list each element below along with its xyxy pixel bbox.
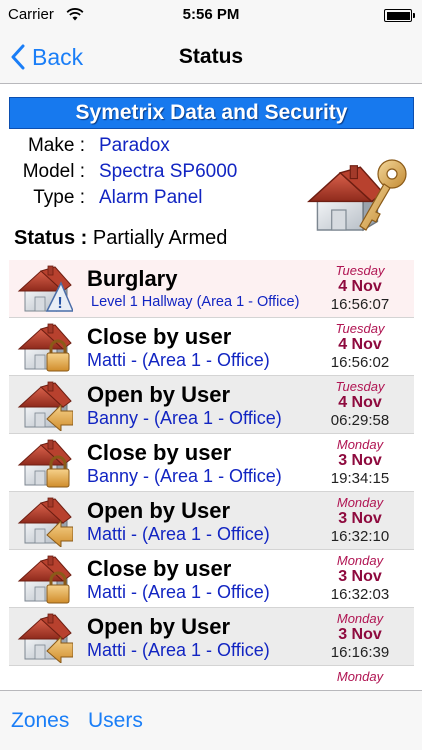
event-row[interactable]: Close by user Banny - (Area 1 - Office) … [9, 434, 414, 492]
event-title: Open by User [87, 498, 231, 523]
company-banner: Symetrix Data and Security [9, 97, 414, 129]
svg-text:!: ! [57, 295, 62, 312]
model-row: Model : Spectra SP6000 [0, 161, 300, 185]
event-time: 16:16:39 [330, 644, 390, 661]
event-date: 4 Nov [338, 278, 382, 295]
event-subtitle: Matti - (Area 1 - Office) [87, 582, 270, 602]
model-label: Model : [22, 161, 85, 182]
make-value: Paradox [99, 135, 170, 156]
event-subtitle: Matti - (Area 1 - Office) [87, 350, 270, 370]
locked-house-icon [18, 323, 72, 372]
event-subtitle: Matti - (Area 1 - Office) [87, 524, 270, 544]
model-value: Spectra SP6000 [99, 161, 238, 182]
clock: 5:56 PM [182, 6, 240, 23]
event-time: 16:32:03 [330, 586, 390, 603]
event-date: 3 Nov [338, 568, 382, 585]
event-subtitle: Matti - (Area 1 - Office) [87, 640, 270, 660]
event-day: Monday [336, 611, 384, 626]
event-time: 16:56:02 [330, 354, 390, 371]
event-subtitle: Level 1 Hallway (Area 1 - Office) [91, 294, 300, 310]
event-row[interactable]: Monday [9, 666, 414, 690]
event-date: 3 Nov [338, 510, 382, 527]
type-row: Type : Alarm Panel [0, 187, 300, 211]
back-button-label: Back [32, 43, 84, 70]
battery-icon [384, 9, 415, 22]
event-row[interactable]: Open by User Banny - (Area 1 - Office) T… [9, 376, 414, 434]
event-title: Close by user [87, 440, 232, 465]
status-bar: Carrier 5:56 PM [0, 0, 422, 30]
unlocked-house-icon [18, 613, 73, 663]
event-row[interactable]: ! Burglary Level 1 Hallway (Area 1 - Off… [9, 260, 414, 318]
event-log-list[interactable]: ! Burglary Level 1 Hallway (Area 1 - Off… [9, 260, 414, 690]
event-day: Monday [336, 669, 384, 684]
event-subtitle: Banny - (Area 1 - Office) [87, 408, 282, 428]
event-row[interactable]: Open by User Matti - (Area 1 - Office) M… [9, 608, 414, 666]
event-subtitle: Banny - (Area 1 - Office) [87, 466, 282, 486]
status-label: Status : [14, 227, 88, 249]
users-button[interactable]: Users [88, 709, 143, 733]
event-row[interactable]: Close by user Matti - (Area 1 - Office) … [9, 318, 414, 376]
event-day: Tuesday [335, 321, 385, 336]
status-value: Partially Armed [92, 227, 228, 249]
event-date: 3 Nov [338, 626, 382, 643]
event-date: 4 Nov [338, 336, 382, 353]
locked-house-icon [18, 439, 72, 488]
event-title: Burglary [87, 266, 178, 291]
event-time: 19:34:15 [330, 470, 390, 487]
type-label: Type : [33, 187, 85, 208]
event-date: 3 Nov [338, 452, 382, 469]
event-row[interactable]: Close by user Matti - (Area 1 - Office) … [9, 550, 414, 608]
make-row: Make : Paradox [0, 135, 300, 159]
event-time: 16:56:07 [330, 296, 390, 313]
panel-status: Status : Partially Armed [14, 227, 227, 250]
bottom-toolbar: Zones Users [0, 690, 422, 750]
event-time: 06:29:58 [330, 412, 390, 429]
navigation-bar: Back Status [0, 30, 422, 84]
unlocked-house-icon [18, 381, 73, 431]
house-key-icon [308, 159, 407, 231]
event-row[interactable]: Open by User Matti - (Area 1 - Office) M… [9, 492, 414, 550]
event-title: Open by User [87, 614, 231, 639]
event-day: Tuesday [335, 379, 385, 394]
event-title: Open by User [87, 382, 231, 407]
event-day: Monday [336, 495, 384, 510]
type-value: Alarm Panel [99, 187, 203, 208]
alarm-house-icon: ! [18, 265, 73, 312]
chevron-left-icon [11, 44, 25, 70]
event-day: Monday [336, 553, 384, 568]
event-day: Tuesday [335, 263, 385, 278]
make-label: Make : [27, 135, 85, 156]
zones-button[interactable]: Zones [11, 709, 69, 733]
event-title: Close by user [87, 324, 232, 349]
event-time: 16:32:10 [330, 528, 390, 545]
event-date: 4 Nov [338, 394, 382, 411]
unlocked-house-icon [18, 497, 73, 547]
event-title: Close by user [87, 556, 232, 581]
back-button[interactable]: Back [10, 40, 83, 74]
locked-house-icon [18, 555, 72, 604]
event-day: Monday [336, 437, 384, 452]
